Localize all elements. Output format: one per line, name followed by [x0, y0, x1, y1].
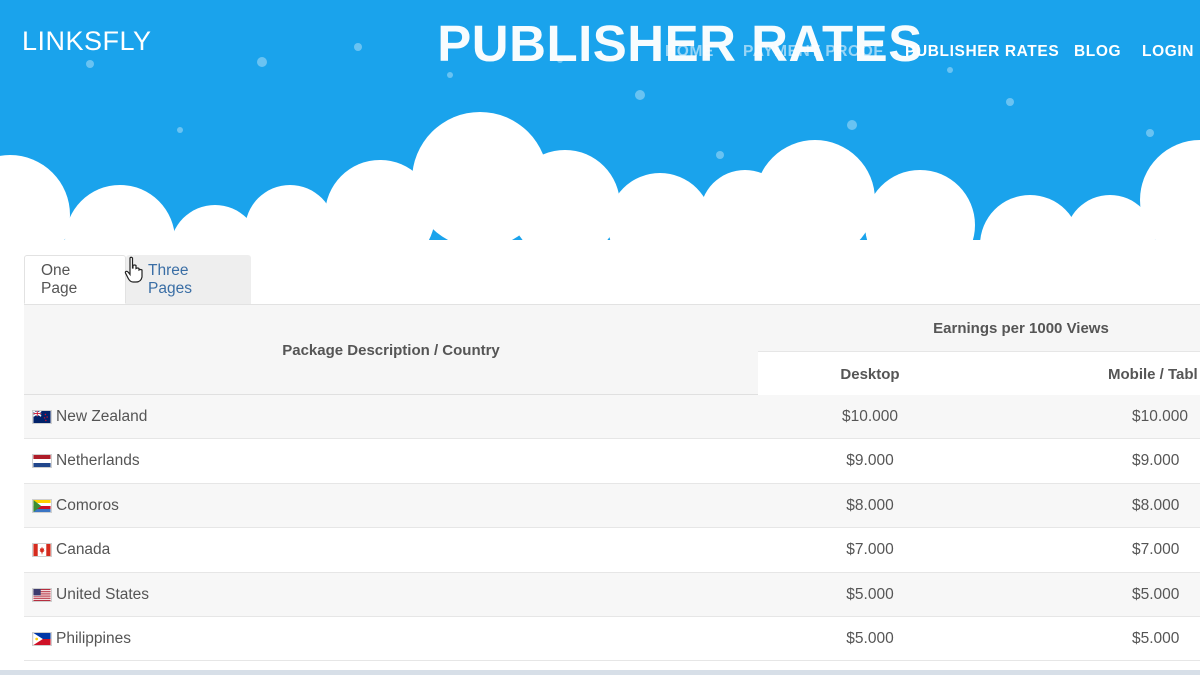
desktop-rate: $5.000: [846, 585, 894, 603]
column-header-desktop: Desktop: [840, 365, 900, 383]
table-row: Philippines $5.000 $5.000: [24, 616, 1200, 662]
ca-flag-icon: [32, 543, 52, 558]
nav-item-payment-proof[interactable]: PAYMENT PROOF: [743, 43, 883, 61]
hand-pointer-icon: [124, 256, 143, 283]
country-cell: Philippines: [32, 617, 131, 661]
nz-flag-icon: [32, 410, 52, 424]
table-row: Netherlands $9.000 $9.000: [24, 439, 1200, 484]
nav-item-publisher-rates[interactable]: PUBLISHER RATES: [905, 43, 1059, 61]
country-cell: New Zealand: [32, 395, 147, 439]
table-header: Package Description / Country Earnings p…: [24, 305, 1200, 395]
us-flag-icon: [32, 587, 52, 602]
rates-table: Package Description / Country Earnings p…: [24, 304, 1200, 662]
mobile-rate: $10.000: [1132, 408, 1189, 425]
desktop-rate: $5.000: [846, 629, 894, 647]
desktop-rate: $8.000: [846, 496, 894, 514]
country-cell: Canada: [32, 528, 110, 572]
country-name: Netherlands: [56, 452, 140, 470]
mobile-rate: $9.000: [1132, 452, 1180, 470]
country-cell: Comoros: [32, 484, 119, 528]
table-row: New Zealand $10.000 $10.000: [24, 395, 1200, 440]
ph-flag-icon: [32, 631, 52, 646]
nav-item-home[interactable]: HOME: [665, 43, 714, 61]
country-name: Comoros: [56, 496, 119, 514]
country-cell: United States: [32, 573, 149, 617]
mobile-rate: $7.000: [1132, 541, 1180, 559]
desktop-rate: $10.000: [841, 408, 899, 425]
page-bottom-edge: [0, 670, 1200, 675]
tab-one-page[interactable]: One Page: [24, 255, 126, 304]
km-flag-icon: [32, 498, 52, 513]
mobile-rate: $8.000: [1132, 496, 1180, 514]
table-row: Canada $7.000 $7.000: [24, 528, 1200, 573]
nav-item-blog[interactable]: BLOG: [1074, 43, 1121, 61]
desktop-rate: $9.000: [846, 452, 894, 470]
country-cell: Netherlands: [32, 439, 140, 483]
tab-three-pages[interactable]: Three Pages: [126, 255, 251, 304]
country-name: United States: [56, 585, 150, 603]
desktop-rate: $7.000: [846, 541, 894, 559]
mobile-rate: $5.000: [1132, 585, 1180, 603]
table-body: New Zealand $10.000 $10.000 Netherlands …: [24, 395, 1200, 662]
table-row: Comoros $8.000 $8.000: [24, 483, 1200, 529]
country-name: New Zealand: [56, 408, 148, 425]
column-header-mobile: Mobile / Tabl: [1108, 365, 1198, 383]
table-row: United States $5.000 $5.000: [24, 572, 1200, 617]
column-header-earnings: Earnings per 1000 Views: [933, 319, 1109, 337]
column-header-description: Package Description / Country: [282, 341, 500, 359]
country-name: Canada: [56, 541, 111, 559]
nav-item-login[interactable]: LOGIN: [1142, 43, 1194, 61]
mobile-rate: $5.000: [1132, 629, 1180, 647]
country-name: Philippines: [56, 629, 131, 647]
earnings-subheader: Desktop Mobile / Tabl: [758, 351, 1200, 395]
nl-flag-icon: [32, 454, 52, 469]
